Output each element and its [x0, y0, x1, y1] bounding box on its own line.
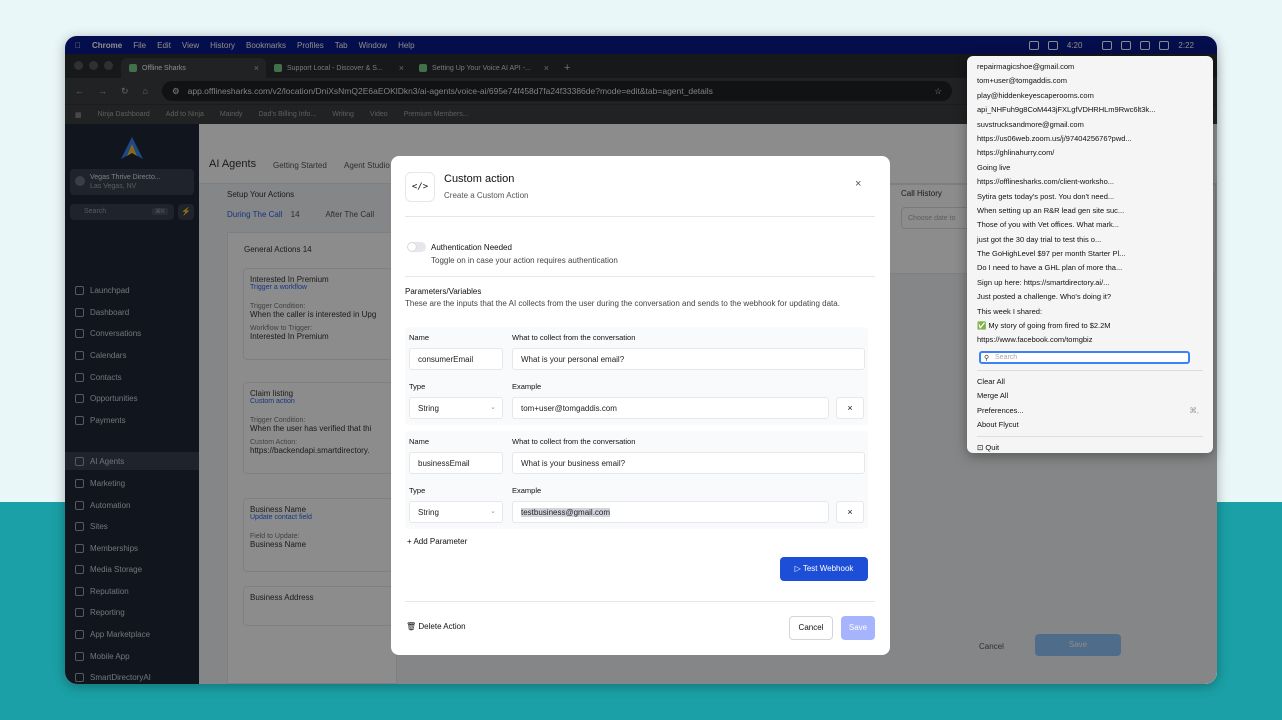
- clipboard-item[interactable]: Do I need to have a GHL plan of more tha…: [967, 261, 1213, 275]
- trash-icon: 🗑: [406, 622, 419, 631]
- remove-param-icon[interactable]: ×: [836, 501, 864, 523]
- custom-action-modal: </> Custom action Create a Custom Action…: [391, 156, 890, 655]
- auth-toggle[interactable]: [407, 242, 426, 252]
- quit-label: Quit: [985, 443, 1000, 453]
- test-webhook-label: Test Webhook: [802, 564, 854, 573]
- remove-param-icon[interactable]: ×: [836, 397, 864, 419]
- modal-save-button[interactable]: Save: [841, 616, 875, 640]
- param-collect-input[interactable]: What is your personal email?: [512, 348, 865, 370]
- clipboard-item[interactable]: Sign up here: https://smartdirectory.ai/…: [967, 276, 1213, 290]
- play-icon: ▷: [794, 564, 803, 573]
- clipboard-item[interactable]: Just posted a challenge. Who's doing it?: [967, 290, 1213, 304]
- type-label: Type: [409, 382, 426, 391]
- preferences-shortcut: ⌘,: [1189, 405, 1199, 415]
- clipboard-item[interactable]: https://offlinesharks.com/client-worksho…: [967, 175, 1213, 189]
- type-label: Type: [409, 486, 426, 495]
- divider: [405, 216, 875, 217]
- clipboard-item[interactable]: just got the 30 day trial to test this o…: [967, 233, 1213, 247]
- preferences-item[interactable]: Preferences... ⌘,: [967, 404, 1213, 418]
- clipboard-item[interactable]: suvstrucksandmore@gmail.com: [967, 118, 1213, 132]
- clipboard-item[interactable]: The GoHighLevel $97 per month Starter Pl…: [967, 247, 1213, 261]
- modal-cancel-button[interactable]: Cancel: [789, 616, 833, 640]
- clipboard-item[interactable]: ✅ My story of going from fired to $2.2M: [967, 319, 1213, 333]
- name-label: Name: [409, 437, 430, 446]
- modal-subtitle: Create a Custom Action: [444, 191, 529, 200]
- flycut-search-input[interactable]: ⚲ Search: [979, 350, 1190, 364]
- chevron-down-icon: ⌄: [490, 404, 496, 411]
- divider: [405, 601, 875, 602]
- close-icon[interactable]: ×: [855, 178, 861, 190]
- name-label: Name: [409, 333, 430, 342]
- clipboard-item[interactable]: https://us06web.zoom.us/j/9740425676?pwd…: [967, 132, 1213, 146]
- clipboard-item[interactable]: api_NHFuh9g8CoM443jFXLgfVDHRHLm9Rwc6lt3k…: [967, 103, 1213, 117]
- params-description: These are the inputs that the AI collect…: [405, 299, 840, 308]
- param-name-input[interactable]: businessEmail: [409, 452, 503, 474]
- clipboard-item[interactable]: repairmagicshoe@gmail.com: [967, 60, 1213, 74]
- flycut-menu: repairmagicshoe@gmail.com tom+user@tomgad…: [967, 56, 1213, 453]
- add-parameter-label: Add Parameter: [413, 537, 468, 546]
- parameter-block: Name What to collect from the conversati…: [405, 431, 868, 529]
- search-placeholder: Search: [995, 353, 1018, 361]
- auth-label: Authentication Needed: [431, 243, 512, 252]
- collect-label: What to collect from the conversation: [512, 333, 636, 342]
- clipboard-item[interactable]: Sytira gets today's post. You don't need…: [967, 190, 1213, 204]
- param-name-input[interactable]: consumerEmail: [409, 348, 503, 370]
- example-label: Example: [512, 486, 542, 495]
- divider: [405, 276, 875, 277]
- type-value: String: [418, 404, 439, 413]
- clipboard-item[interactable]: Those of you with Vet offices. What mark…: [967, 218, 1213, 232]
- clipboard-item[interactable]: https://www.facebook.com/tomgbiz: [967, 333, 1213, 347]
- param-example-input[interactable]: testbusiness@gmail.com: [512, 501, 829, 523]
- param-type-select[interactable]: String ⌄: [409, 501, 503, 523]
- clear-all-item[interactable]: Clear All: [967, 375, 1213, 389]
- quit-item[interactable]: ⊡ Quit: [967, 441, 1213, 455]
- collect-label: What to collect from the conversation: [512, 437, 636, 446]
- param-collect-input[interactable]: What is your business email?: [512, 452, 865, 474]
- clipboard-history: repairmagicshoe@gmail.com tom+user@tomgad…: [967, 60, 1213, 348]
- add-parameter-button[interactable]: + Add Parameter: [407, 537, 467, 546]
- delete-action-label: Delete Action: [418, 622, 466, 631]
- type-value: String: [418, 508, 439, 517]
- clipboard-item[interactable]: https://ghlinahurry.com/: [967, 146, 1213, 160]
- code-icon: </>: [405, 172, 435, 202]
- param-type-select[interactable]: String ⌄: [409, 397, 503, 419]
- modal-title: Custom action: [444, 173, 515, 185]
- divider: [977, 369, 1203, 371]
- parameter-block: Name What to collect from the conversati…: [405, 327, 868, 425]
- param-example-input[interactable]: tom+user@tomgaddis.com: [512, 397, 829, 419]
- search-icon: ⚲: [984, 354, 990, 362]
- preferences-label: Preferences...: [977, 405, 1024, 415]
- auth-description: Toggle on in case your action requires a…: [431, 256, 618, 265]
- example-label: Example: [512, 382, 542, 391]
- selected-example-text: testbusiness@gmail.com: [521, 508, 611, 517]
- toggle-knob: [408, 243, 416, 251]
- merge-all-item[interactable]: Merge All: [967, 389, 1213, 403]
- clipboard-item[interactable]: Going live: [967, 161, 1213, 175]
- test-webhook-button[interactable]: ▷ Test Webhook: [780, 557, 868, 581]
- divider: [977, 436, 1203, 438]
- delete-action-button[interactable]: 🗑 Delete Action: [406, 622, 466, 631]
- clipboard-item[interactable]: play@hiddenkeyescaperooms.com: [967, 89, 1213, 103]
- clipboard-item[interactable]: This week I shared:: [967, 305, 1213, 319]
- about-item[interactable]: About Flycut: [967, 418, 1213, 432]
- chevron-down-icon: ⌄: [490, 508, 496, 515]
- params-title: Parameters/Variables: [405, 287, 482, 296]
- clipboard-item[interactable]: When setting up an R&R lead gen site suc…: [967, 204, 1213, 218]
- clipboard-item[interactable]: tom+user@tomgaddis.com: [967, 74, 1213, 88]
